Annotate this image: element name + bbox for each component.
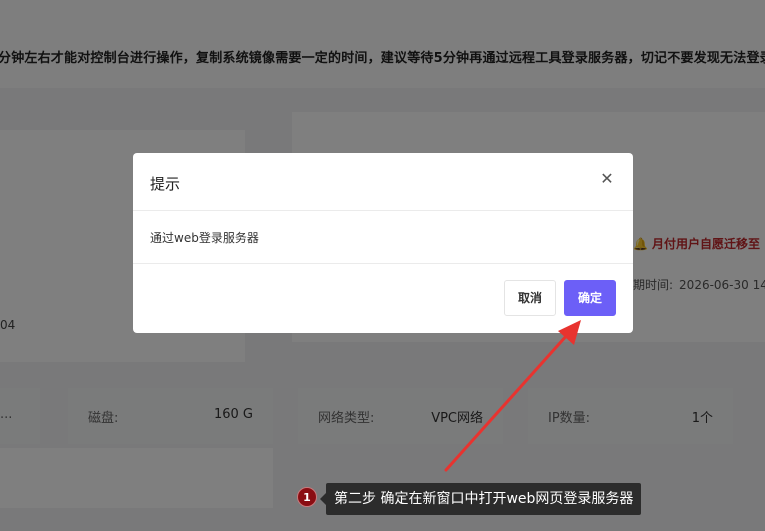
step-number-badge: 1 (297, 487, 317, 507)
step-tooltip: 第二步 确定在新窗口中打开web网页登录服务器 (319, 483, 642, 515)
annotation-arrow-icon (444, 320, 581, 472)
